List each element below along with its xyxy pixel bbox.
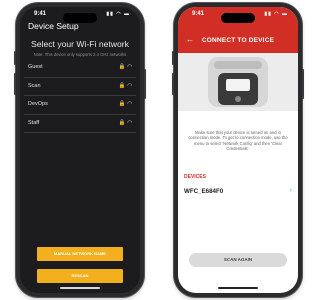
- phone-side-button: [172, 51, 174, 65]
- status-time: 9:41: [34, 11, 47, 17]
- phone-side-button: [302, 69, 304, 99]
- lock-wifi-icon: 🔒 ◠: [118, 64, 132, 70]
- network-name: Staff: [28, 119, 40, 126]
- status-icons: ▮▮ ◠ ▬: [264, 11, 288, 17]
- connect-device-screen: 9:41 ▮▮ ◠ ▬ ← CONNECT TO DEVICE Make sur…: [178, 7, 298, 293]
- phone-side-button: [14, 73, 16, 95]
- phone-right: 9:41 ▮▮ ◠ ▬ ← CONNECT TO DEVICE Make sur…: [172, 3, 304, 297]
- device-name: WFC_E684F0: [184, 188, 224, 195]
- network-item-devops[interactable]: DevOps 🔒 ◠: [24, 96, 136, 115]
- home-indicator[interactable]: [218, 287, 258, 289]
- rescan-button[interactable]: RESCAN: [37, 269, 123, 283]
- dynamic-island: [221, 13, 255, 23]
- network-item-scan[interactable]: Scan 🔒 ◠: [24, 78, 136, 96]
- device-image: [178, 53, 298, 111]
- wifi-heading: Select your Wi-Fi network: [31, 39, 129, 49]
- network-name: Scan: [28, 82, 41, 89]
- network-list: Guest 🔒 ◠ Scan 🔒 ◠ DevOps 🔒 ◠ Staff 🔒 ◠: [24, 59, 136, 133]
- device-row[interactable]: WFC_E684F0 ›: [184, 184, 292, 200]
- frequency-note: Note: This device only supports 2.4 GHz …: [33, 52, 127, 57]
- device-illustration: [178, 53, 298, 111]
- phone-side-button: [172, 73, 174, 95]
- network-item-guest[interactable]: Guest 🔒 ◠: [24, 59, 136, 78]
- page-title: CONNECT TO DEVICE: [201, 37, 275, 44]
- instructions-text: Make sure that your device is turned on …: [188, 130, 288, 152]
- manual-network-button[interactable]: MANUAL NETWORK NAME: [37, 247, 123, 261]
- dynamic-island: [63, 13, 97, 23]
- phone-side-button: [144, 69, 146, 99]
- lock-wifi-icon: 🔒 ◠: [118, 82, 132, 89]
- devices-label: DEVICES: [184, 174, 206, 180]
- phone-left: 9:41 ▮▮ ◠ ▬ Device Setup Select your Wi-…: [14, 3, 146, 297]
- status-time: 9:41: [192, 11, 205, 17]
- network-item-staff[interactable]: Staff 🔒 ◠: [24, 115, 136, 133]
- network-name: DevOps: [28, 101, 48, 107]
- network-name: Guest: [28, 64, 43, 70]
- lock-wifi-icon: 🔒 ◠: [118, 101, 132, 107]
- phone-side-button: [14, 51, 16, 65]
- lock-wifi-icon: 🔒 ◠: [118, 119, 132, 126]
- scan-again-button[interactable]: SCAN AGAIN: [189, 253, 287, 267]
- device-setup-screen: 9:41 ▮▮ ◠ ▬ Device Setup Select your Wi-…: [20, 7, 140, 293]
- home-indicator[interactable]: [60, 287, 100, 289]
- chevron-right-icon: ›: [289, 187, 292, 194]
- status-icons: ▮▮ ◠ ▬: [106, 11, 130, 17]
